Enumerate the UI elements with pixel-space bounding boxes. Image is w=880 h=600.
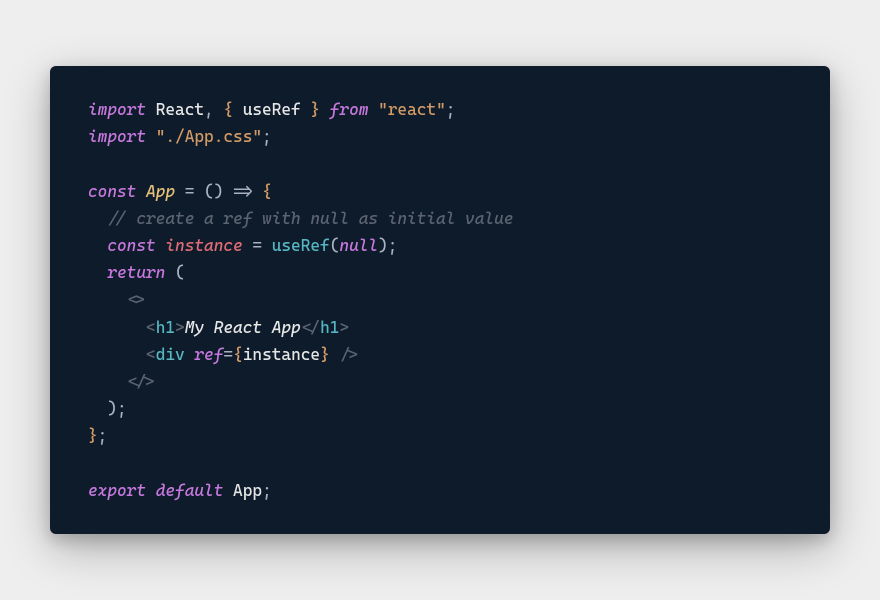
tag-bracket: >: [339, 318, 349, 337]
paren-open: (: [175, 263, 185, 282]
string-css: "./App.css": [156, 127, 262, 146]
func-useref: useRef: [272, 236, 330, 255]
tag-bracket: </: [301, 318, 320, 337]
paren-close: ): [214, 182, 224, 201]
keyword-import: import: [88, 100, 146, 119]
identifier-instance: instance: [243, 345, 320, 364]
attr-ref: ref: [194, 345, 223, 364]
tag-bracket: <: [146, 318, 156, 337]
brace-close: }: [88, 426, 98, 445]
var-instance: instance: [165, 236, 242, 255]
paren-close: ): [107, 399, 117, 418]
semicolon: ;: [446, 100, 456, 119]
keyword-const: const: [107, 236, 155, 255]
tag-h1: h1: [156, 318, 175, 337]
brace-open: {: [233, 345, 243, 364]
code-block: import React, { useRef } from "react"; i…: [50, 66, 830, 534]
comma: ,: [204, 100, 214, 119]
semicolon: ;: [117, 399, 127, 418]
equals: =: [252, 236, 262, 255]
semicolon: ;: [262, 481, 272, 500]
tag-div: div: [156, 345, 185, 364]
paren-open: (: [330, 236, 340, 255]
brace-close: }: [310, 100, 320, 119]
keyword-import: import: [88, 127, 146, 146]
tag-self-close: />: [339, 345, 358, 364]
fragment-open-gt: >: [136, 290, 146, 309]
jsx-text: My React App: [185, 318, 301, 337]
string-react: "react": [378, 100, 446, 119]
comment: // create a ref with null as initial val…: [107, 209, 513, 228]
semicolon: ;: [262, 127, 272, 146]
identifier-react: React: [156, 100, 204, 119]
keyword-export: export: [88, 481, 146, 500]
paren-open: (: [204, 182, 214, 201]
semicolon: ;: [388, 236, 398, 255]
brace-open: {: [223, 100, 233, 119]
fragment-close-slash: /: [136, 372, 146, 391]
keyword-return: return: [107, 263, 165, 282]
tag-bracket: >: [175, 318, 185, 337]
code-content: import React, { useRef } from "react"; i…: [88, 96, 792, 504]
keyword-null: null: [339, 236, 378, 255]
brace-close: }: [320, 345, 330, 364]
keyword-from: from: [330, 100, 369, 119]
identifier-app: App: [233, 481, 262, 500]
fragment-open-lt: <: [127, 290, 137, 309]
keyword-default: default: [156, 481, 224, 500]
equals: =: [223, 345, 233, 364]
tag-h1-close: h1: [320, 318, 339, 337]
class-app: App: [146, 182, 175, 201]
equals: =: [185, 182, 195, 201]
identifier-useref: useRef: [243, 100, 301, 119]
semicolon: ;: [98, 426, 108, 445]
fragment-close-lt: <: [127, 372, 137, 391]
arrow: =>: [233, 182, 252, 201]
paren-close: ): [378, 236, 388, 255]
fragment-close-gt: >: [146, 372, 156, 391]
tag-bracket: <: [146, 345, 156, 364]
keyword-const: const: [88, 182, 136, 201]
brace-open: {: [262, 182, 272, 201]
